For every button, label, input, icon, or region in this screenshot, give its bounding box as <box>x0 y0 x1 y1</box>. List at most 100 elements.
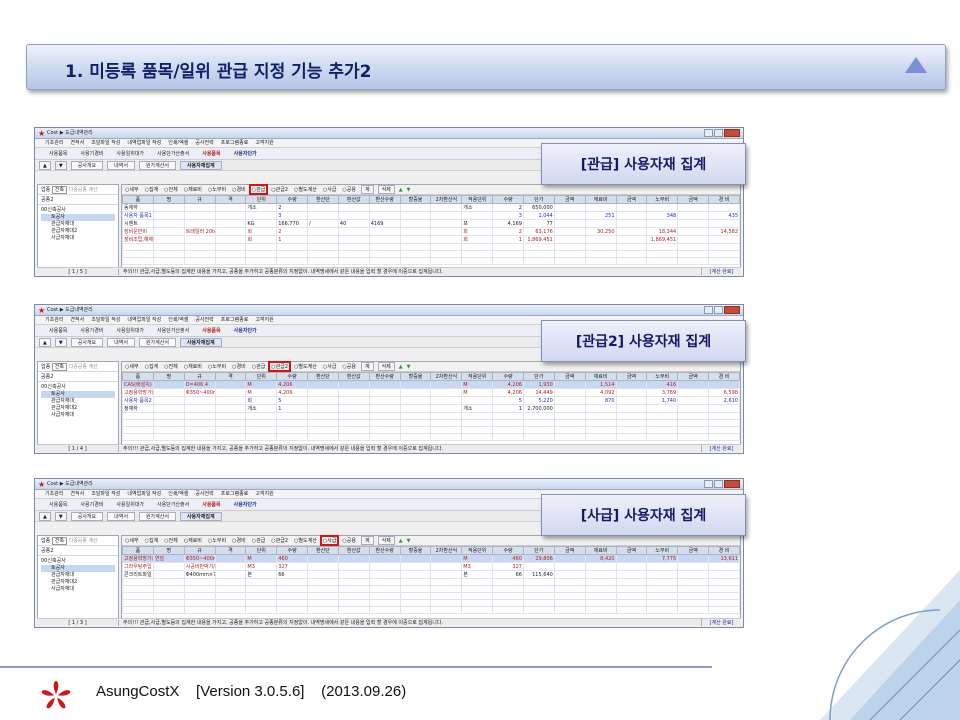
column-header[interactable]: 품 <box>122 372 154 381</box>
tree-item[interactable]: 사급자재대 <box>41 586 115 593</box>
filter-radio[interactable]: ○집계 <box>144 363 160 370</box>
toolbar-button[interactable]: 사용단가산출서 <box>153 498 193 512</box>
tab[interactable]: 내역서 <box>107 337 135 347</box>
tree-item[interactable]: 관급자재대2 <box>41 579 115 586</box>
toolbar-button[interactable]: 사용일위대가 <box>112 498 148 512</box>
tab[interactable]: 원가계산서 <box>138 337 176 347</box>
table-row[interactable]: 시멘트 KG 166,770/40 4169 포 4,169 77 <box>122 219 740 228</box>
column-header[interactable]: 수량 <box>276 195 309 204</box>
column-header[interactable]: 재료비 <box>584 372 617 381</box>
table-row[interactable]: CAS(배설치) D=406.4 M 4,206 M 4,206 1,930 1,514 416 <box>122 380 740 389</box>
filter-radio[interactable]: ○노무비 <box>207 363 227 370</box>
filter-radio[interactable]: ○세부 <box>124 537 140 544</box>
column-header[interactable]: 금액 <box>615 546 648 555</box>
down-arrow-icon[interactable]: ▼ <box>407 187 411 193</box>
tree-item[interactable]: 토공사 <box>41 391 115 398</box>
toolbar-button[interactable]: 사용기경비 <box>76 324 107 338</box>
column-header[interactable]: 환산수량 <box>368 195 401 204</box>
tree-item[interactable]: 사급자재대 <box>41 412 115 419</box>
table-row[interactable]: 장비운반비트레일러 20ton회2회263,17630,25018,34414,… <box>122 227 740 236</box>
filter-radio[interactable]: ○공용 <box>341 186 357 193</box>
down-button[interactable]: ▼ <box>54 337 67 347</box>
minimize-button[interactable] <box>704 129 713 137</box>
column-header[interactable]: 노무비 <box>646 372 679 381</box>
table-row[interactable]: 사용자 품목1 3 3 1,044 251 348 435 <box>122 211 740 220</box>
sum-button[interactable]: 계 <box>360 362 374 371</box>
column-header[interactable]: 노무비 <box>646 195 679 204</box>
table-row[interactable]: 그라우팅주입시공비반박기/유포함M3327M3327 <box>122 562 740 571</box>
tree-item[interactable]: 관급자재대 <box>41 572 115 579</box>
filter-radio[interactable]: ○별도계산 <box>293 363 318 370</box>
tree-item[interactable]: 관급자재대2 <box>41 405 115 412</box>
filter-radio[interactable]: ○별도계산 <box>293 537 318 544</box>
up-arrow-icon[interactable]: ▲ <box>399 538 403 544</box>
tree-item[interactable]: 00신축공사 <box>41 558 115 565</box>
toolbar-button[interactable]: 사용품목 <box>45 324 71 338</box>
tab[interactable]: 공사개요 <box>70 160 104 170</box>
tab[interactable]: 공사개요 <box>70 337 104 347</box>
down-button[interactable]: ▼ <box>54 511 67 521</box>
filter-radio[interactable]: ○관급2 <box>270 537 289 544</box>
column-header[interactable]: 노무비 <box>646 546 679 555</box>
close-button[interactable] <box>724 129 740 137</box>
up-button[interactable]: ▲ <box>39 160 51 170</box>
table-row[interactable]: 동재하 개소 2 개소 2 650,000 <box>122 203 740 212</box>
tab[interactable]: 내역서 <box>107 160 135 170</box>
column-header[interactable]: 규 <box>183 372 216 381</box>
filter-radio[interactable]: ○집계 <box>144 186 160 193</box>
column-header[interactable]: 수량 <box>492 546 524 555</box>
filter-radio[interactable]: ○사급 <box>319 535 340 546</box>
column-header[interactable]: 적용단위 <box>461 372 494 381</box>
sum-button[interactable]: 계 <box>360 536 374 545</box>
toolbar-button[interactable]: 사용기경비 <box>76 498 107 512</box>
filter-radio[interactable]: ○관급 <box>251 363 267 370</box>
column-header[interactable]: 환산값 <box>337 546 370 555</box>
column-header[interactable]: 금액 <box>677 546 710 555</box>
filter-radio[interactable]: ○노무비 <box>207 186 227 193</box>
maximize-button[interactable] <box>714 306 723 314</box>
column-header[interactable]: 단가 <box>522 372 555 381</box>
select-up[interactable]: 건축 <box>51 186 67 194</box>
close-button[interactable] <box>724 480 740 488</box>
toolbar-red-button[interactable]: 사용품목 <box>198 147 224 161</box>
tree-item[interactable]: 토공사 <box>41 214 115 221</box>
column-header[interactable]: 격 <box>214 546 247 555</box>
filter-radio[interactable]: ○노무비 <box>207 537 227 544</box>
column-header[interactable]: 금액 <box>553 195 586 204</box>
column-header[interactable]: 명 <box>152 372 185 381</box>
column-header[interactable]: 금액 <box>677 195 710 204</box>
filter-radio[interactable]: ○경비 <box>231 537 247 544</box>
toolbar-button[interactable]: 사용품목 <box>45 147 71 161</box>
tree-item[interactable]: 00신축공사 <box>41 207 115 214</box>
toolbar-red-button[interactable]: 사용품목 <box>198 324 224 338</box>
toolbar-button[interactable]: 사용일위대가 <box>112 324 148 338</box>
column-header[interactable]: 경 비 <box>708 546 740 555</box>
tree-item[interactable]: 사급자재대 <box>41 235 115 242</box>
column-header[interactable]: 2차환산식 <box>430 195 463 204</box>
up-arrow-icon[interactable]: ▲ <box>399 187 403 193</box>
column-header[interactable]: 단가 <box>522 546 555 555</box>
column-header[interactable]: 수량 <box>276 372 309 381</box>
column-header[interactable]: 적용단위 <box>461 546 494 555</box>
filter-radio[interactable]: ○전체 <box>163 537 179 544</box>
toolbar-button[interactable]: 사용기경비 <box>76 147 107 161</box>
column-header[interactable]: 단위 <box>245 372 278 381</box>
select-up[interactable]: 건축 <box>51 363 67 371</box>
filter-radio[interactable]: ○관급 <box>248 184 269 195</box>
column-header[interactable]: 규 <box>183 195 216 204</box>
maximize-button[interactable] <box>714 129 723 137</box>
column-header[interactable]: 2차환산식 <box>430 372 463 381</box>
column-header[interactable]: 환산수량 <box>368 372 401 381</box>
delete-button[interactable]: 삭제 <box>377 185 395 194</box>
sum-button[interactable]: 계 <box>360 185 374 194</box>
column-header[interactable]: 격 <box>214 372 247 381</box>
tab[interactable]: 사용자재집계 <box>179 337 222 347</box>
up-button[interactable]: ▲ <box>39 511 51 521</box>
filter-radio[interactable]: ○사급 <box>322 186 338 193</box>
select-up[interactable]: 건축 <box>51 537 67 545</box>
column-header[interactable]: 할증율 <box>399 546 432 555</box>
down-button[interactable]: ▼ <box>54 160 67 170</box>
tab[interactable]: 사용자재집계 <box>179 511 222 521</box>
toolbar-blue-button[interactable]: 사용자단가 <box>230 324 261 338</box>
column-header[interactable]: 수량 <box>276 546 309 555</box>
